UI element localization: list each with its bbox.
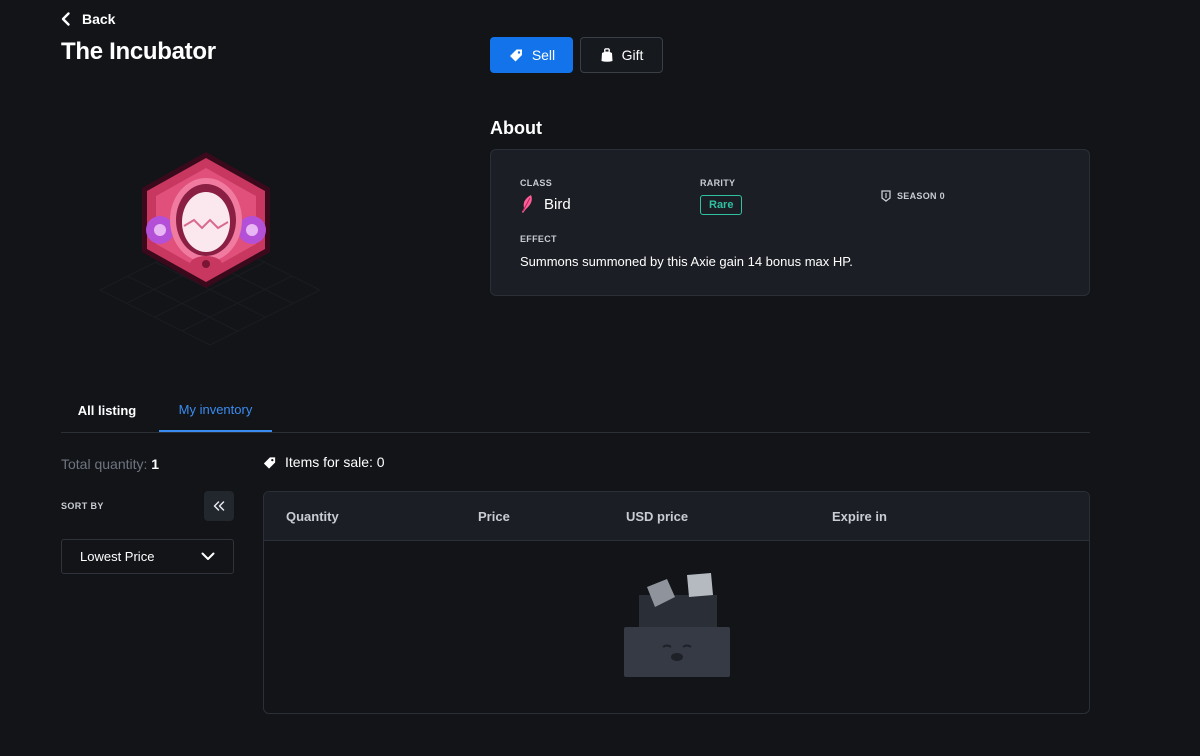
feather-icon (522, 195, 532, 213)
tag-icon (263, 456, 276, 469)
season-indicator: SEASON 0 (881, 190, 945, 202)
total-quantity-label: Total quantity: (61, 456, 148, 472)
class-label: CLASS (520, 178, 553, 188)
column-expire-in: Expire in (832, 509, 887, 524)
collapse-filters-button[interactable] (204, 491, 234, 521)
column-price: Price (478, 509, 510, 524)
back-label: Back (82, 11, 116, 27)
effect-label: EFFECT (520, 234, 557, 244)
table-header: Quantity Price USD price Expire in (264, 492, 1089, 541)
chevron-down-icon (201, 552, 215, 560)
gift-bag-icon (601, 48, 613, 62)
items-for-sale: Items for sale: 0 (262, 454, 385, 470)
page-title: The Incubator (61, 38, 216, 65)
tab-all-listing[interactable]: All listing (61, 388, 153, 432)
tab-my-inventory[interactable]: My inventory (159, 388, 272, 432)
season-label: SEASON 0 (897, 191, 945, 201)
effect-text: Summons summoned by this Axie gain 14 bo… (520, 254, 853, 269)
rarity-badge: Rare (700, 195, 743, 215)
rarity-label: RARITY (700, 178, 736, 188)
back-link[interactable]: Back (60, 11, 115, 27)
column-quantity: Quantity (286, 509, 339, 524)
double-chevron-left-icon (213, 501, 225, 511)
tag-icon (509, 49, 522, 62)
column-usd-price: USD price (626, 509, 689, 524)
class-value: Bird (520, 194, 571, 214)
listing-tabs: All listing My inventory (61, 388, 1090, 433)
charm-image (80, 140, 340, 360)
listing-table: Quantity Price USD price Expire in (263, 491, 1090, 714)
gift-label: Gift (621, 47, 644, 63)
total-quantity: Total quantity: 1 (61, 456, 159, 472)
shield-icon (881, 190, 891, 202)
sort-by-label: SORT BY (61, 501, 104, 511)
sell-button[interactable]: Sell (490, 37, 573, 73)
sort-selected-value: Lowest Price (80, 549, 155, 564)
gift-button[interactable]: Gift (580, 37, 663, 73)
items-for-sale-label: Items for sale: 0 (285, 454, 385, 470)
total-quantity-value: 1 (151, 456, 160, 472)
class-name: Bird (544, 195, 571, 213)
sell-label: Sell (531, 47, 556, 63)
empty-box-icon (619, 567, 739, 682)
about-card: CLASS Bird RARITY Rare SEASON 0 EFFECT S… (490, 149, 1090, 296)
about-heading: About (490, 118, 542, 138)
chevron-left-icon (61, 12, 70, 26)
sort-select[interactable]: Lowest Price (61, 539, 234, 574)
